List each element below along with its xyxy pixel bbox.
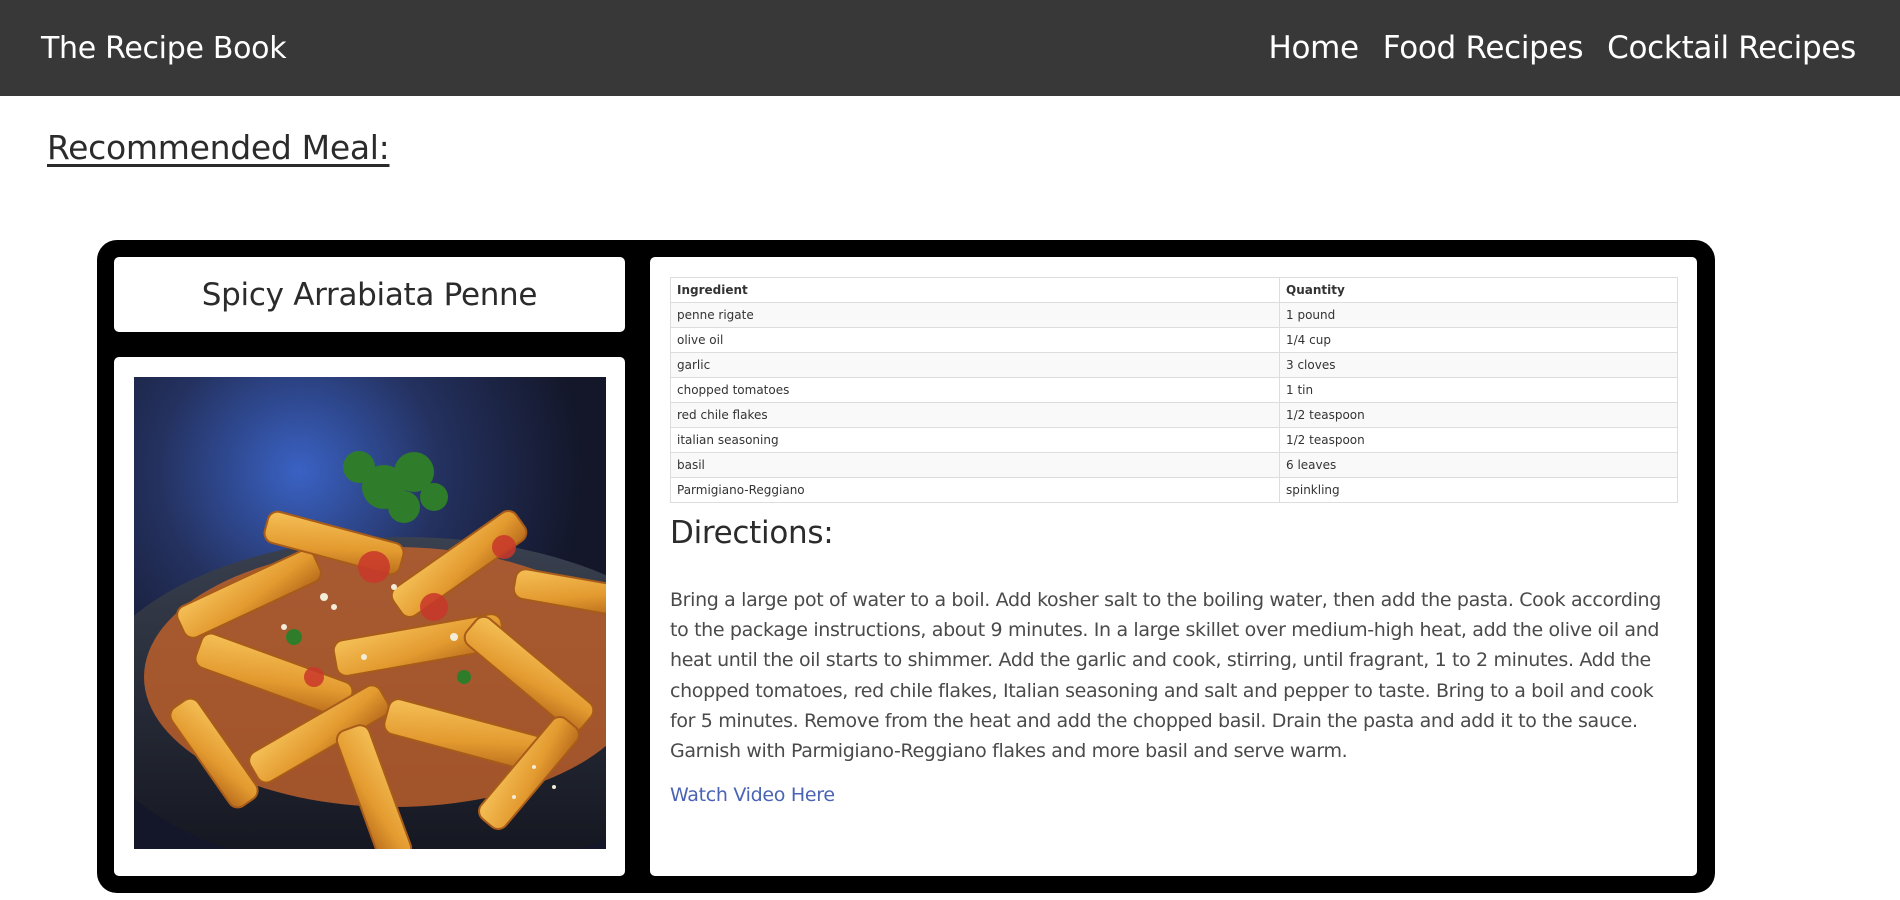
table-header-row: Ingredient Quantity xyxy=(670,277,1678,303)
recipe-card: Spicy Arrabiata Penne Ingredient Quantit… xyxy=(97,240,1715,893)
nav-link-cocktail-recipes[interactable]: Cocktail Recipes xyxy=(1607,30,1856,66)
nav-link-food-recipes[interactable]: Food Recipes xyxy=(1383,30,1584,66)
directions-text: Bring a large pot of water to a boil. Ad… xyxy=(670,589,1661,763)
table-row: italian seasoning 1/2 teaspoon xyxy=(670,427,1678,453)
table-row: garlic 3 cloves xyxy=(670,352,1678,378)
ingredient-cell: olive oil xyxy=(670,327,1280,353)
column-header-ingredient: Ingredient xyxy=(670,277,1280,303)
quantity-cell: spinkling xyxy=(1279,477,1678,503)
table-row: penne rigate 1 pound xyxy=(670,302,1678,328)
quantity-cell: 1 tin xyxy=(1279,377,1678,403)
nav-link-home[interactable]: Home xyxy=(1268,30,1359,66)
brand-link[interactable]: The Recipe Book xyxy=(41,31,287,66)
ingredient-cell: red chile flakes xyxy=(670,402,1280,428)
section-title: Recommended Meal: xyxy=(47,128,390,167)
ingredient-cell: garlic xyxy=(670,352,1280,378)
ingredient-cell: basil xyxy=(670,452,1280,478)
quantity-cell: 1/4 cup xyxy=(1279,327,1678,353)
recipe-photo xyxy=(134,377,606,849)
quantity-cell: 3 cloves xyxy=(1279,352,1678,378)
table-row: basil 6 leaves xyxy=(670,452,1678,478)
navbar: The Recipe Book Home Food Recipes Cockta… xyxy=(0,0,1900,96)
ingredient-cell: italian seasoning xyxy=(670,427,1280,453)
table-row: Parmigiano-Reggiano spinkling xyxy=(670,477,1678,503)
watch-video-link[interactable]: Watch Video Here xyxy=(670,784,835,806)
table-row: olive oil 1/4 cup xyxy=(670,327,1678,353)
recipe-image-box xyxy=(114,357,625,876)
ingredient-cell: chopped tomatoes xyxy=(670,377,1280,403)
quantity-cell: 1 pound xyxy=(1279,302,1678,328)
ingredient-cell: penne rigate xyxy=(670,302,1280,328)
quantity-cell: 1/2 teaspoon xyxy=(1279,402,1678,428)
table-row: red chile flakes 1/2 teaspoon xyxy=(670,402,1678,428)
recipe-title: Spicy Arrabiata Penne xyxy=(201,276,538,313)
column-header-quantity: Quantity xyxy=(1279,277,1678,303)
nav-links: Home Food Recipes Cocktail Recipes xyxy=(1268,30,1856,66)
directions-heading: Directions: xyxy=(670,515,834,551)
ingredients-table: Ingredient Quantity penne rigate 1 pound… xyxy=(670,277,1678,503)
recipe-info-box: Ingredient Quantity penne rigate 1 pound… xyxy=(650,257,1697,876)
ingredient-cell: Parmigiano-Reggiano xyxy=(670,477,1280,503)
table-row: chopped tomatoes 1 tin xyxy=(670,377,1678,403)
quantity-cell: 1/2 teaspoon xyxy=(1279,427,1678,453)
recipe-title-box: Spicy Arrabiata Penne xyxy=(114,257,625,332)
quantity-cell: 6 leaves xyxy=(1279,452,1678,478)
